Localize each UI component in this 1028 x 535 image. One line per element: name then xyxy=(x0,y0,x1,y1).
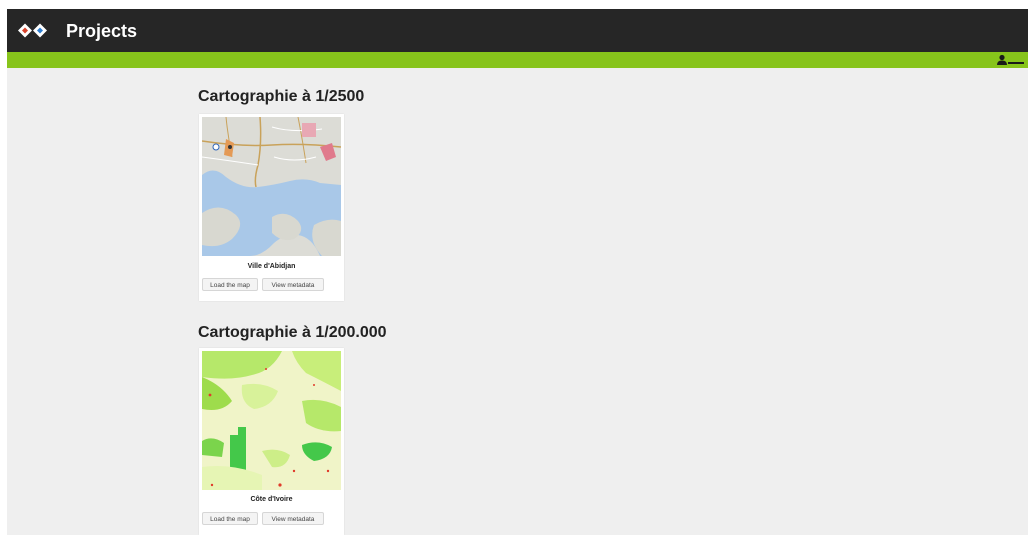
accent-bar xyxy=(7,52,1028,68)
load-map-button[interactable]: Load the map xyxy=(202,278,258,291)
user-icon[interactable] xyxy=(996,54,1026,66)
top-navbar: Projects xyxy=(7,9,1028,52)
project-card: Côte d'Ivoire Load the map View metadata xyxy=(199,348,344,535)
section-title: Cartographie à 1/200.000 xyxy=(198,324,387,341)
load-map-button[interactable]: Load the map xyxy=(202,512,258,525)
street-map-thumbnail[interactable] xyxy=(202,117,341,256)
project-card: Ville d'Abidjan Load the map View metada… xyxy=(199,114,344,301)
project-name: Côte d'Ivoire xyxy=(250,496,293,503)
logo-icon xyxy=(18,23,47,38)
view-metadata-button[interactable]: View metadata xyxy=(262,512,324,525)
view-metadata-button[interactable]: View metadata xyxy=(262,278,324,291)
vegetation-map-thumbnail[interactable] xyxy=(202,351,341,490)
section-title: Cartographie à 1/2500 xyxy=(198,88,365,105)
app-window: Projects Cartographie à 1/2500 Ville d'A… xyxy=(7,9,1028,535)
project-name: Ville d'Abidjan xyxy=(247,263,296,270)
page-title: Projects xyxy=(66,21,138,41)
